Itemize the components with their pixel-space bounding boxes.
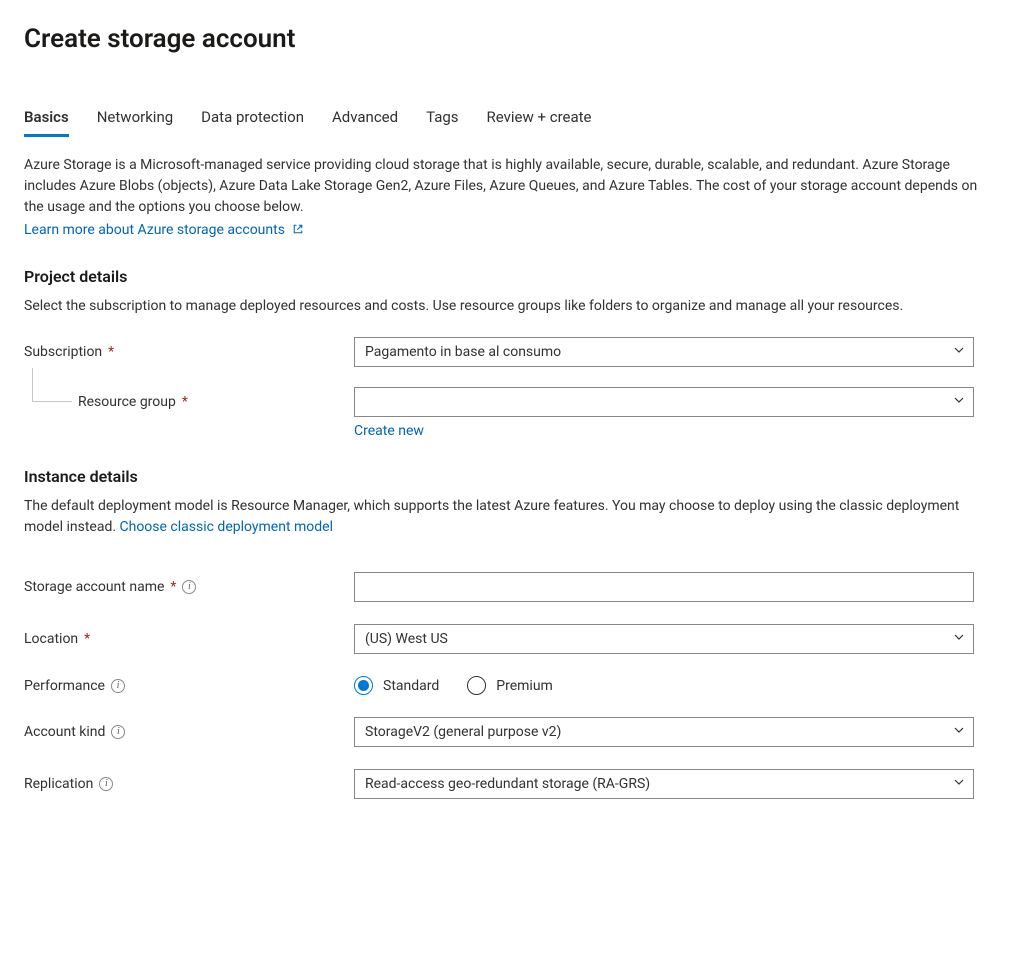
account-kind-value: StorageV2 (general purpose v2) — [365, 724, 561, 740]
subscription-select[interactable]: Pagamento in base al consumo — [354, 337, 974, 367]
info-icon[interactable]: i — [99, 777, 113, 791]
location-value: (US) West US — [365, 631, 448, 647]
info-icon[interactable]: i — [182, 580, 196, 594]
account-kind-label: Account kind — [24, 724, 105, 740]
performance-premium-label: Premium — [496, 678, 553, 694]
instance-details-title: Instance details — [24, 467, 1000, 486]
replication-select[interactable]: Read-access geo-redundant storage (RA-GR… — [354, 769, 974, 799]
performance-premium-radio[interactable]: Premium — [467, 676, 553, 695]
storage-account-name-label: Storage account name — [24, 579, 164, 595]
resource-group-label: Resource group — [78, 394, 176, 410]
tree-connector — [32, 368, 72, 402]
required-marker: * — [170, 579, 176, 595]
replication-value: Read-access geo-redundant storage (RA-GR… — [365, 776, 650, 792]
chevron-down-icon — [953, 724, 965, 740]
account-kind-row: Account kind i StorageV2 (general purpos… — [24, 717, 1000, 747]
create-new-resource-group-link[interactable]: Create new — [354, 423, 424, 439]
chevron-down-icon — [953, 776, 965, 792]
intro-text: Azure Storage is a Microsoft-managed ser… — [24, 155, 984, 218]
tab-networking[interactable]: Networking — [97, 104, 173, 137]
radio-selected-icon — [354, 676, 373, 695]
replication-row: Replication i Read-access geo-redundant … — [24, 769, 1000, 799]
learn-more-label: Learn more about Azure storage accounts — [24, 222, 285, 238]
performance-row: Performance i Standard Premium — [24, 676, 1000, 695]
project-details-desc: Select the subscription to manage deploy… — [24, 296, 984, 317]
performance-standard-label: Standard — [383, 678, 439, 694]
storage-account-name-input[interactable] — [354, 572, 974, 602]
tabs: Basics Networking Data protection Advanc… — [24, 104, 1000, 137]
chevron-down-icon — [953, 394, 965, 410]
instance-details-desc: The default deployment model is Resource… — [24, 496, 984, 538]
storage-account-name-row: Storage account name * i — [24, 572, 1000, 602]
tab-review-create[interactable]: Review + create — [487, 104, 592, 137]
account-kind-select[interactable]: StorageV2 (general purpose v2) — [354, 717, 974, 747]
location-row: Location * (US) West US — [24, 624, 1000, 654]
chevron-down-icon — [953, 344, 965, 360]
tab-tags[interactable]: Tags — [426, 104, 458, 137]
resource-group-row: Resource group * — [24, 387, 1000, 417]
info-icon[interactable]: i — [111, 725, 125, 739]
subscription-value: Pagamento in base al consumo — [365, 344, 561, 360]
external-link-icon — [292, 223, 304, 239]
subscription-label: Subscription — [24, 344, 102, 360]
chevron-down-icon — [953, 631, 965, 647]
resource-group-select[interactable] — [354, 387, 974, 417]
learn-more-link[interactable]: Learn more about Azure storage accounts — [24, 222, 304, 238]
location-label: Location — [24, 631, 78, 647]
performance-standard-radio[interactable]: Standard — [354, 676, 439, 695]
tab-data-protection[interactable]: Data protection — [201, 104, 304, 137]
required-marker: * — [108, 344, 114, 360]
tab-advanced[interactable]: Advanced — [332, 104, 398, 137]
page-title: Create storage account — [24, 24, 1000, 54]
required-marker: * — [84, 631, 90, 647]
performance-radio-group: Standard Premium — [354, 676, 974, 695]
info-icon[interactable]: i — [111, 679, 125, 693]
location-select[interactable]: (US) West US — [354, 624, 974, 654]
tab-basics[interactable]: Basics — [24, 104, 69, 137]
replication-label: Replication — [24, 776, 93, 792]
radio-unselected-icon — [467, 676, 486, 695]
choose-classic-link[interactable]: Choose classic deployment model — [120, 519, 333, 535]
subscription-row: Subscription * Pagamento in base al cons… — [24, 337, 1000, 367]
project-details-title: Project details — [24, 267, 1000, 286]
performance-label: Performance — [24, 678, 105, 694]
required-marker: * — [182, 394, 188, 410]
